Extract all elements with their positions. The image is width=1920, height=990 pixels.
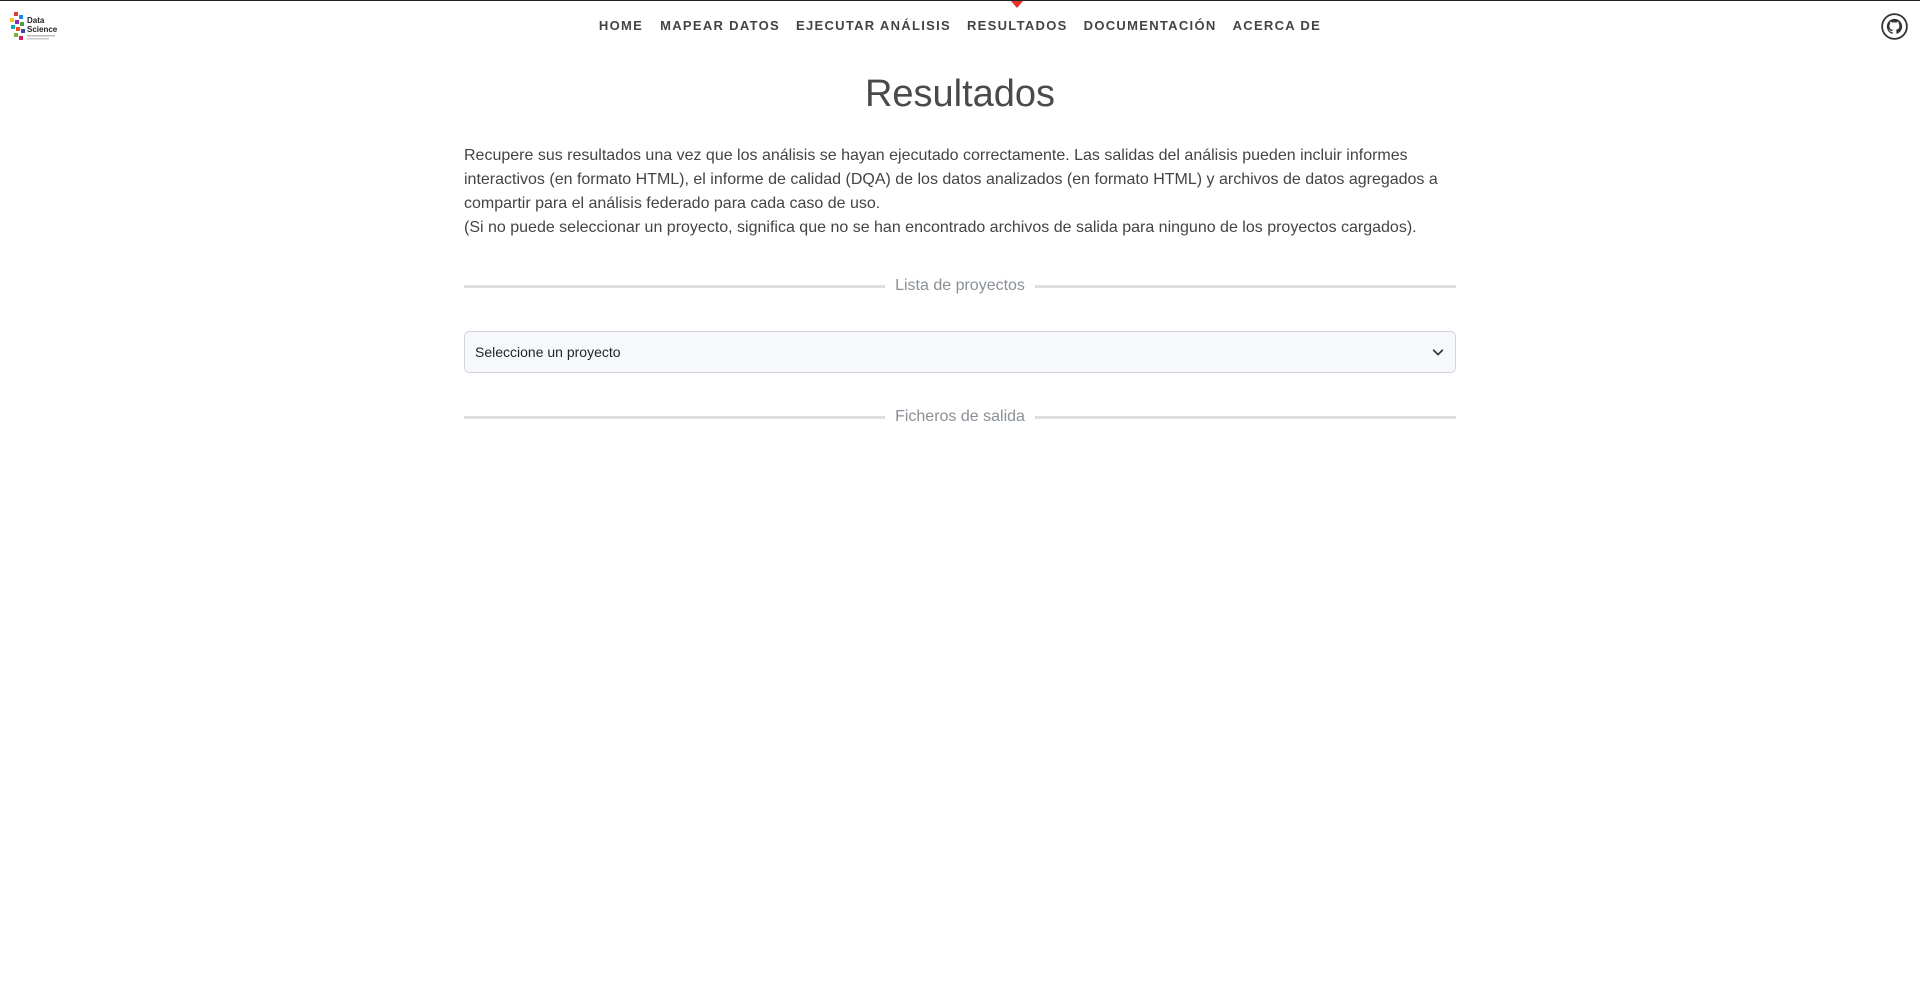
outputs-divider-label: Ficheros de salida [895,408,1025,425]
projects-divider: Lista de proyectos [464,274,1457,298]
nav-items: HOME MAPEAR DATOS EJECUTAR ANÁLISIS RESU… [591,1,1329,51]
nav-item-mapear-datos[interactable]: MAPEAR DATOS [652,1,788,51]
description-paragraph: Recupere sus resultados una vez que los … [464,147,1438,212]
divider-line-left [464,415,886,419]
main-nav: HOME MAPEAR DATOS EJECUTAR ANÁLISIS RESU… [0,1,1920,51]
project-select-value: Seleccione un proyecto [475,344,621,360]
divider-line-left [464,284,886,288]
project-select[interactable]: Seleccione un proyecto [464,331,1456,373]
nav-item-home[interactable]: HOME [591,1,651,51]
nav-item-documentacion[interactable]: DOCUMENTACIÓN [1076,1,1225,51]
nav-item-resultados[interactable]: RESULTADOS [959,1,1076,51]
description-note: (Si no puede seleccionar un proyecto, si… [464,219,1417,236]
chevron-down-icon [1432,349,1444,356]
nav-item-acerca-de[interactable]: ACERCA DE [1225,1,1330,51]
divider-line-right [1034,284,1457,288]
outputs-divider: Ficheros de salida [464,405,1456,429]
nav-item-ejecutar-analisis[interactable]: EJECUTAR ANÁLISIS [788,1,959,51]
main-content: Resultados Recupere sus resultados una v… [464,50,1457,429]
top-navbar: Data Science HOME MAPEAR DATOS EJECUTAR … [0,0,1920,51]
page-description: Recupere sus resultados una vez que los … [464,144,1456,240]
divider-line-right [1034,415,1456,419]
projects-divider-label: Lista de proyectos [895,277,1025,294]
github-icon[interactable] [1881,13,1908,40]
page-title: Resultados [864,73,1056,115]
